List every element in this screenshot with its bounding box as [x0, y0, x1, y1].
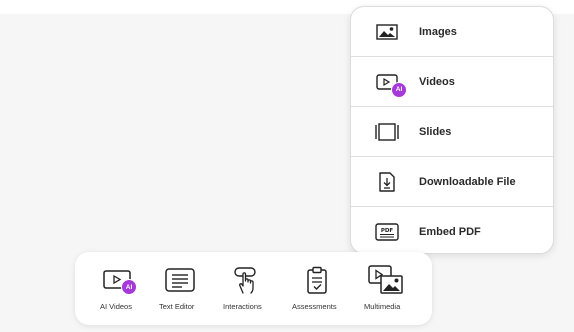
interaction-hand-icon: [230, 267, 262, 294]
menu-item-label: Slides: [419, 125, 452, 138]
tool-label: Text Editor: [159, 302, 195, 311]
pdf-icon: PDF: [375, 222, 399, 242]
menu-item-label: Downloadable File: [419, 175, 516, 188]
tool-label: Multimedia: [364, 302, 401, 311]
download-file-icon: [375, 171, 399, 192]
tool-text-editor[interactable]: Text Editor: [155, 252, 205, 325]
clipboard-check-icon: [301, 266, 333, 294]
menu-item-label: Images: [419, 25, 457, 38]
menu-item-slides[interactable]: Slides: [351, 107, 553, 156]
tool-multimedia[interactable]: Multimedia: [362, 252, 416, 325]
ai-video-icon: AI: [375, 72, 407, 98]
ai-badge: AI: [121, 279, 137, 295]
menu-item-videos[interactable]: AI Videos: [351, 57, 553, 106]
menu-item-embed-pdf[interactable]: PDF Embed PDF: [351, 207, 553, 253]
tool-ai-videos[interactable]: AI AI Videos: [93, 252, 143, 325]
slides-icon: [375, 122, 399, 142]
menu-item-label: Embed PDF: [419, 225, 481, 238]
multimedia-icon: [368, 265, 404, 295]
pdf-icon-text: PDF: [381, 228, 394, 234]
tool-label: Interactions: [223, 302, 262, 311]
menu-item-downloadable-file[interactable]: Downloadable File: [351, 157, 553, 206]
menu-item-label: Videos: [419, 75, 455, 88]
multimedia-menu: Images AI Videos Slides Downloadable Fil…: [350, 6, 554, 254]
image-icon: [375, 22, 399, 42]
tool-assessments[interactable]: Assessments: [290, 252, 344, 325]
menu-item-images[interactable]: Images: [351, 7, 553, 56]
tool-label: Assessments: [292, 302, 337, 311]
tool-interactions[interactable]: Interactions: [220, 252, 272, 325]
ai-badge: AI: [391, 81, 407, 98]
text-editor-icon: [164, 267, 196, 293]
tool-label: AI Videos: [100, 302, 132, 311]
block-toolbar: AI AI Videos Text Editor Interactions As…: [75, 252, 432, 325]
ai-video-icon: AI: [102, 267, 137, 295]
